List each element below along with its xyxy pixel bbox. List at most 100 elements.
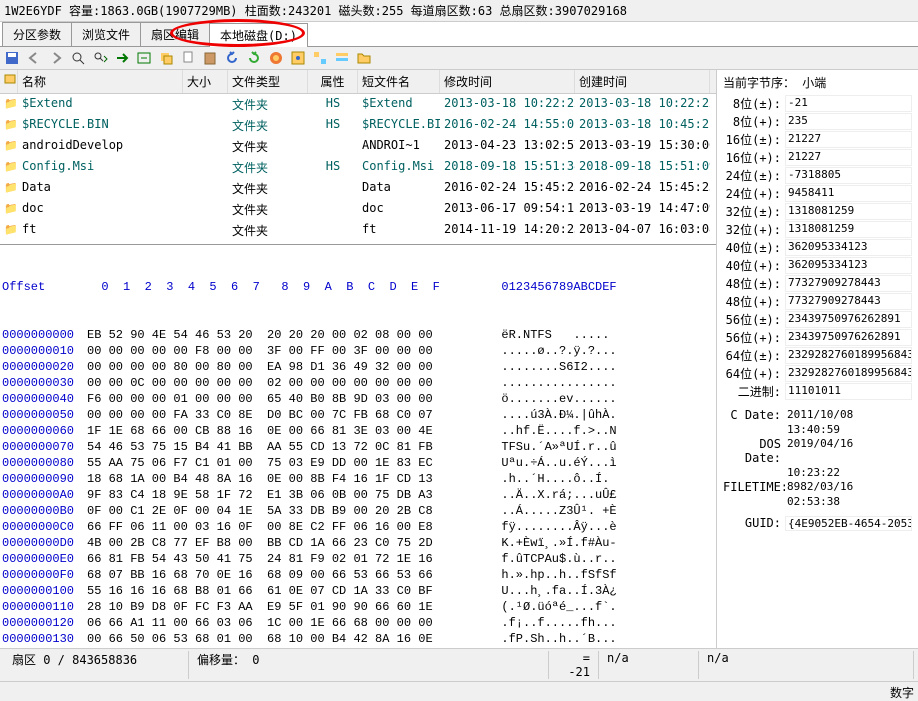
tab-bar: 分区参数 浏览文件 扇区编辑 本地磁盘(D:) [0,22,918,47]
file-name: $Extend [18,95,183,114]
hex-ascii: fÿ........Âÿ...è [487,519,617,535]
file-type: 文件夹 [228,116,308,135]
forward-icon[interactable] [48,50,64,66]
hex-row[interactable]: 000000013000 66 50 06 53 68 01 00 68 10 … [2,631,714,647]
back-icon[interactable] [26,50,42,66]
folder-icon [0,158,18,177]
tab-sector-edit[interactable]: 扇区编辑 [140,22,210,46]
hex-row[interactable]: 000000012006 66 A1 11 00 66 03 06 1C 00 … [2,615,714,631]
copy-icon[interactable] [180,50,196,66]
hex-offset: 0000000080 [2,455,87,471]
date-row: 13:40:59 [723,423,912,436]
hex-row[interactable]: 000000003000 00 0C 00 00 00 00 00 02 00 … [2,375,714,391]
interpreter-row: 8位(±):-21 [723,95,912,112]
hex-ascii: .h..´H....ô..Í. [487,471,609,487]
search-icon[interactable] [70,50,86,66]
hex-row[interactable]: 000000010055 16 16 16 68 B8 01 66 61 0E … [2,583,714,599]
hex-row[interactable]: 00000000B00F 00 C1 2E 0F 00 04 1E 5A 33 … [2,503,714,519]
hdr-mtime[interactable]: 修改时间 [440,70,575,93]
file-row[interactable]: $Extend 文件夹 HS $Extend 2013-03-18 10:22:… [0,94,716,115]
hex-row[interactable]: 0000000040F6 00 00 00 01 00 00 00 65 40 … [2,391,714,407]
file-attr: HS [308,95,358,114]
file-short: ft [358,221,440,240]
interp-value: -7318805 [785,167,912,184]
hex-row[interactable]: 00000000F068 07 BB 16 68 70 0E 16 68 09 … [2,567,714,583]
hex-row[interactable]: 000000002000 00 00 00 80 00 80 00 EA 98 … [2,359,714,375]
hdr-ctime[interactable]: 创建时间 [575,70,710,93]
file-row[interactable]: Data 文件夹 Data 2016-02-24 15:45:23 2016-0… [0,178,716,199]
hex-ascii: K.+Èwï¸.»Í.f#Àu- [487,535,617,551]
paste-icon[interactable] [202,50,218,66]
interp-label: 8位(+): [723,113,785,130]
goto-sector-icon[interactable] [136,50,152,66]
hdr-size[interactable]: 大小 [183,70,228,93]
hdr-short[interactable]: 短文件名 [358,70,440,93]
interp-label: 32位(+): [723,221,785,238]
interp-label: 二进制: [723,383,785,400]
tab-local-disk-d[interactable]: 本地磁盘(D:) [209,23,308,47]
struct-icon[interactable] [312,50,328,66]
tab-browse-files[interactable]: 浏览文件 [71,22,141,46]
hex-row[interactable]: 000000005000 00 00 00 FA 33 C0 8E D0 BC … [2,407,714,423]
open-folder-icon[interactable] [356,50,372,66]
hex-ascii: TFSu.´A»ªUÍ.r..û [487,439,617,455]
interp-label: 56位(±): [723,311,785,328]
hdr-icon[interactable] [0,70,18,93]
copy-block-icon[interactable] [158,50,174,66]
date-label [723,495,785,508]
hdr-name[interactable]: 名称 [18,70,183,93]
hex-bytes: 4B 00 2B C8 77 EF B8 00 BB CD 1A 66 23 C… [87,535,487,551]
hex-row[interactable]: 00000000601F 1E 68 66 00 CB 88 16 0E 00 … [2,423,714,439]
goto-icon[interactable] [114,50,130,66]
status-na: n/a [599,651,699,679]
hex-row[interactable]: 000000001000 00 00 00 00 F8 00 00 3F 00 … [2,343,714,359]
interpreter-row: 二进制:11101011 [723,383,912,400]
file-size [183,179,228,198]
disk-info-bar: 1W2E6YDF 容量:1863.0GB(1907729MB) 柱面数:2432… [0,0,918,22]
undo-icon[interactable] [224,50,240,66]
save-icon[interactable] [4,50,20,66]
hex-ascii: ....ú3À.Đ¼.|ûhÀ. [487,407,617,423]
hex-row[interactable]: 00000000D04B 00 2B C8 77 EF B8 00 BB CD … [2,535,714,551]
hex-editor[interactable]: Offset 0 1 2 3 4 5 6 7 8 9 A B C D E F 0… [0,245,716,680]
file-row[interactable]: $RECYCLE.BIN 文件夹 HS $RECYCLE.BIN 2016-02… [0,115,716,136]
file-row[interactable]: androidDevelop 文件夹 ANDROI~1 2013-04-23 1… [0,136,716,157]
hex-offset: 0000000020 [2,359,87,375]
redo-icon[interactable] [246,50,262,66]
hex-offset: 0000000070 [2,439,87,455]
file-row[interactable]: Config.Msi 文件夹 HS Config.Msi 2018-09-18 … [0,157,716,178]
search-next-icon[interactable] [92,50,108,66]
hex-row[interactable]: 000000011028 10 B9 D8 0F FC F3 AA E9 5F … [2,599,714,615]
interp-value: 23439750976262891 [785,329,912,346]
file-size [183,158,228,177]
hex-bytes: 55 AA 75 06 F7 C1 01 00 75 03 E9 DD 00 1… [87,455,487,471]
interpret-icon[interactable] [268,50,284,66]
date-label: C Date: [723,408,785,422]
interpreter-row: 56位(+):23439750976262891 [723,329,912,346]
date-label: FILETIME: [723,480,785,494]
hex-bytes: EB 52 90 4E 54 46 53 20 20 20 20 00 02 0… [87,327,487,343]
hex-ascii: ..Ä..X.rá;...uÛ£ [487,487,617,503]
tab-partition-params[interactable]: 分区参数 [2,22,72,46]
hex-row[interactable]: 00000000A09F 83 C4 18 9E 58 1F 72 E1 3B … [2,487,714,503]
file-short: Data [358,179,440,198]
hex-row[interactable]: 000000008055 AA 75 06 F7 C1 01 00 75 03 … [2,455,714,471]
hdr-attr[interactable]: 属性 [308,70,358,93]
toolbar [0,47,918,70]
hex-row[interactable]: 000000009018 68 1A 00 B4 48 8A 16 0E 00 … [2,471,714,487]
hdr-type[interactable]: 文件类型 [228,70,308,93]
file-row[interactable]: doc 文件夹 doc 2013-06-17 09:54:11 2013-03-… [0,199,716,220]
file-type: 文件夹 [228,200,308,219]
interp-value: 21227 [785,131,912,148]
file-size [183,116,228,135]
guid-row: GUID: {4E9052EB-4654-2053-2020- [723,516,912,531]
file-mtime: 2014-11-19 14:20:23 [440,221,575,240]
hex-offset: 0000000090 [2,471,87,487]
hex-row[interactable]: 00000000E066 81 FB 54 43 50 41 75 24 81 … [2,551,714,567]
hex-row[interactable]: 0000000000EB 52 90 4E 54 46 53 20 20 20 … [2,327,714,343]
options-icon[interactable] [334,50,350,66]
file-row[interactable]: ft 文件夹 ft 2014-11-19 14:20:23 2013-04-07… [0,220,716,241]
hex-row[interactable]: 00000000C066 FF 06 11 00 03 16 0F 00 8E … [2,519,714,535]
bookmark-icon[interactable] [290,50,306,66]
hex-row[interactable]: 000000007054 46 53 75 15 B4 41 BB AA 55 … [2,439,714,455]
